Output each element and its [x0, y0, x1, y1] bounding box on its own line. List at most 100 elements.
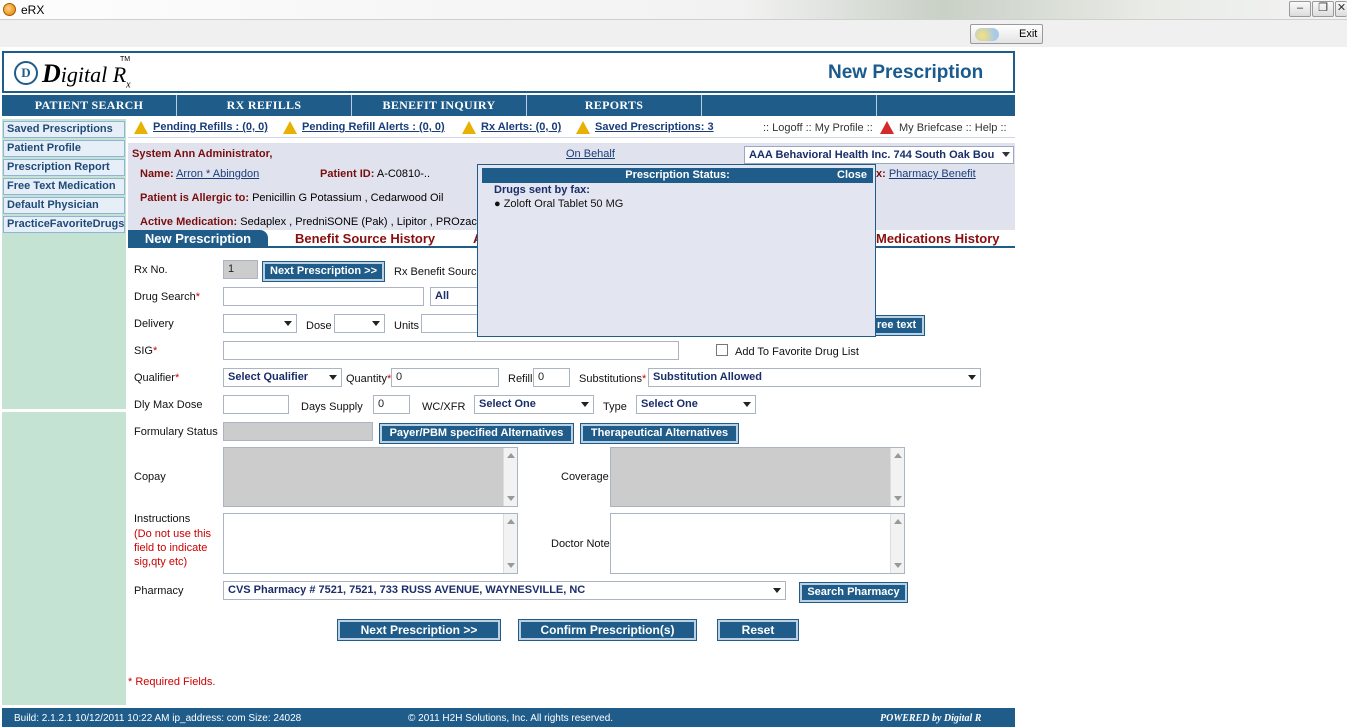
refill-input[interactable]: 0: [533, 368, 570, 387]
organization-select[interactable]: AAA Behavioral Health Inc. 744 South Oak…: [744, 146, 1014, 164]
drug-search-input[interactable]: [223, 287, 424, 306]
refill-label: Refill: [508, 373, 533, 385]
next-prescription-top-button[interactable]: Next Prescription >>: [262, 261, 385, 282]
wc-xfr-select[interactable]: Select One: [474, 395, 594, 414]
payer-alternatives-button[interactable]: Payer/PBM specified Alternatives: [379, 423, 574, 444]
formulary-status-label: Formulary Status: [134, 426, 218, 438]
chevron-down-icon: [581, 402, 589, 407]
sig-input[interactable]: [223, 341, 679, 360]
dose-select[interactable]: [334, 314, 385, 333]
confirm-prescriptions-button[interactable]: Confirm Prescription(s): [518, 619, 697, 641]
substitutions-label: Substitutions*: [579, 373, 647, 385]
alerts-bar: Pending Refills : (0, 0) Pending Refill …: [128, 118, 1015, 138]
copay-textarea: [223, 447, 518, 507]
daily-max-dose-label: Dly Max Dose: [134, 399, 203, 411]
sidebar-item-default-physician[interactable]: Default Physician: [3, 197, 125, 214]
warning-icon: [283, 121, 297, 134]
qualifier-label: Qualifier*: [134, 372, 180, 384]
delivery-select[interactable]: [223, 314, 297, 333]
pharmacy-benefit-link[interactable]: Pharmacy Benefit: [889, 168, 976, 180]
tab-new-prescription[interactable]: New Prescription: [128, 230, 268, 248]
popup-list-item: ● Zoloft Oral Tablet 50 MG: [494, 198, 624, 210]
nav-benefit-inquiry[interactable]: BENEFIT INQUIRY: [352, 95, 527, 116]
rx-alerts-link[interactable]: Rx Alerts: (0, 0): [481, 121, 561, 133]
doctor-note-label: Doctor Note: [551, 538, 610, 550]
scrollbar[interactable]: [503, 448, 517, 506]
main-nav: PATIENT SEARCH RX REFILLS BENEFIT INQUIR…: [2, 95, 1015, 116]
doctor-note-textarea[interactable]: [610, 513, 905, 574]
logoff-profile-links[interactable]: :: Logoff :: My Profile ::: [763, 122, 873, 134]
warning-icon: [576, 121, 590, 134]
pending-refills-link[interactable]: Pending Refills : (0, 0): [153, 121, 268, 133]
instructions-label: Instructions: [134, 513, 191, 525]
days-supply-label: Days Supply: [301, 401, 363, 413]
units-input[interactable]: [421, 314, 481, 333]
nav-empty-2: [877, 95, 1015, 116]
drug-search-scope-select[interactable]: All: [430, 287, 480, 306]
drug-search-label: Drug Search*: [134, 291, 201, 303]
add-to-favorite-checkbox[interactable]: [716, 344, 728, 356]
header: D Digital Rx TM New Prescription: [2, 51, 1015, 93]
days-supply-input[interactable]: 0: [373, 395, 410, 414]
tab-benefit-source-history[interactable]: Benefit Source History: [295, 231, 435, 246]
window-title: eRX: [21, 3, 45, 17]
saved-prescriptions-link[interactable]: Saved Prescriptions: 3: [595, 121, 714, 133]
build-info: Build: 2.1.2.1 10/12/2011 10:22 AM ip_ad…: [14, 713, 302, 724]
instructions-textarea[interactable]: [223, 513, 518, 574]
nav-patient-search[interactable]: PATIENT SEARCH: [2, 95, 177, 116]
formulary-status-field: [223, 422, 373, 441]
daily-max-dose-input[interactable]: [223, 395, 289, 414]
scrollbar[interactable]: [503, 514, 517, 573]
warning-icon: [134, 121, 148, 134]
rx-benefit-source-label: Rx Benefit Source: [394, 266, 483, 278]
next-prescription-button[interactable]: Next Prescription >>: [337, 619, 501, 641]
reset-button[interactable]: Reset: [717, 619, 799, 641]
sidebar-item-saved-prescriptions[interactable]: Saved Prescriptions: [3, 121, 125, 138]
scrollbar[interactable]: [890, 514, 904, 573]
briefcase-help-links[interactable]: My Briefcase :: Help ::: [899, 122, 1007, 134]
substitutions-select[interactable]: Substitution Allowed: [648, 368, 981, 387]
sidebar-item-prescription-report[interactable]: Prescription Report: [3, 159, 125, 176]
pending-refill-alerts-link[interactable]: Pending Refill Alerts : (0, 0): [302, 121, 445, 133]
dose-label: Dose: [306, 320, 332, 332]
exit-button[interactable]: Exit: [970, 24, 1043, 44]
minimize-button[interactable]: –: [1289, 1, 1311, 17]
scrollbar[interactable]: [890, 448, 904, 506]
therapeutic-alternatives-button[interactable]: Therapeutical Alternatives: [580, 423, 739, 444]
free-text-button[interactable]: ree text: [868, 315, 925, 336]
nav-reports[interactable]: REPORTS: [527, 95, 702, 116]
pharmacy-benefit-row: x: Pharmacy Benefit: [876, 168, 976, 180]
pharmacy-select[interactable]: CVS Pharmacy # 7521, 7521, 733 RUSS AVEN…: [223, 581, 786, 600]
chevron-down-icon: [284, 321, 292, 326]
add-to-favorite-label: Add To Favorite Drug List: [735, 346, 859, 358]
patient-name-link[interactable]: Arron * Abingdon: [176, 168, 259, 180]
units-label: Units: [394, 320, 420, 332]
sidebar-item-practice-favorite-drugs[interactable]: PracticeFavoriteDrugs: [3, 216, 125, 233]
chevron-down-icon: [773, 588, 781, 593]
right-empty-area: [1018, 47, 1347, 727]
type-select[interactable]: Select One: [636, 395, 756, 414]
chevron-down-icon: [1002, 152, 1010, 157]
restore-button[interactable]: ❐: [1312, 1, 1334, 17]
quantity-input[interactable]: 0: [391, 368, 499, 387]
rx-no-label: Rx No.: [134, 264, 168, 276]
qualifier-select[interactable]: Select Qualifier: [223, 368, 342, 387]
toolbar: [0, 20, 1347, 47]
on-behalf-link[interactable]: On Behalf: [566, 148, 615, 160]
sidebar-item-free-text-medication[interactable]: Free Text Medication: [3, 178, 125, 195]
app-icon: [3, 3, 16, 16]
rx-no-field: 1: [223, 260, 258, 279]
coverage-textarea: [610, 447, 905, 507]
popup-close-button[interactable]: Close: [837, 168, 867, 183]
tab-medications-history[interactable]: Medications History: [876, 231, 1000, 246]
nav-rx-refills[interactable]: RX REFILLS: [177, 95, 352, 116]
type-label: Type: [603, 401, 627, 413]
search-pharmacy-button[interactable]: Search Pharmacy: [799, 582, 908, 603]
patient-id: A-C0810-..: [376, 168, 431, 180]
sidebar-item-patient-profile[interactable]: Patient Profile: [3, 140, 125, 157]
close-window-button[interactable]: ✕: [1335, 1, 1347, 17]
popup-header: Prescription Status: Close: [482, 168, 873, 183]
logo-icon: D: [14, 61, 38, 85]
exit-cloud-icon: [975, 28, 999, 41]
window-titlebar: [0, 0, 1347, 20]
